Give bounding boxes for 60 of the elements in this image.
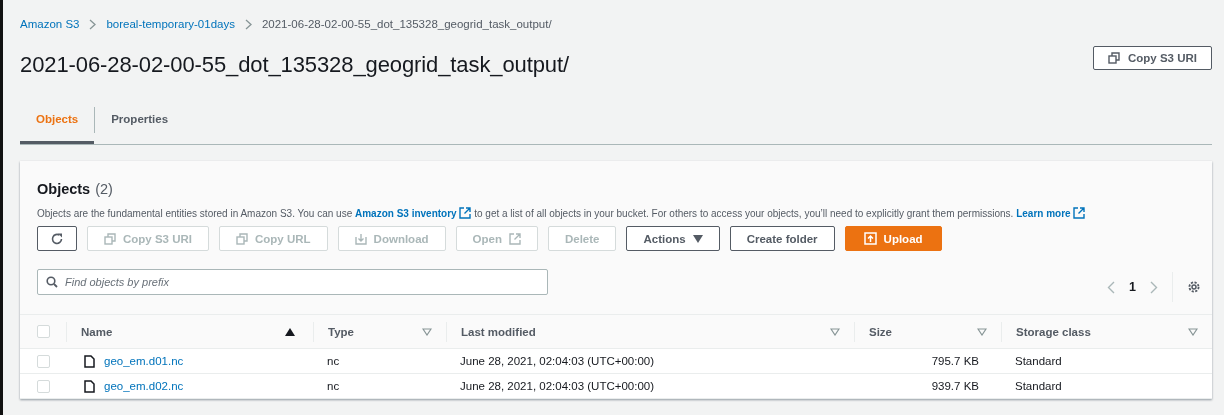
tab[interactable]: Properties — [95, 97, 185, 144]
actions-dropdown[interactable]: Actions — [626, 226, 720, 251]
copy-icon — [1108, 52, 1120, 64]
refresh-icon — [50, 231, 64, 246]
table-cell: June 28, 2021, 02:04:03 (UTC+00:00) — [460, 380, 655, 392]
column-header[interactable]: Size — [869, 325, 892, 338]
copy-icon — [104, 232, 116, 245]
file-icon — [84, 379, 95, 393]
sort-icon[interactable] — [1188, 327, 1198, 336]
refresh-button[interactable] — [37, 226, 77, 251]
help-link[interactable]: Learn more — [1016, 208, 1086, 219]
column-header[interactable]: Last modified — [461, 325, 536, 338]
table-cell: 939.7 KB — [931, 380, 979, 392]
external-link-icon — [1073, 207, 1086, 219]
copy-icon — [236, 232, 248, 245]
chevron-right-icon — [244, 18, 252, 30]
tab[interactable]: Objects — [20, 97, 95, 144]
checkbox[interactable] — [37, 379, 50, 393]
caret-icon — [692, 234, 703, 243]
upload-button[interactable]: Upload — [844, 226, 942, 251]
chevron-right-icon — [89, 18, 97, 30]
settings-icon[interactable] — [1187, 280, 1201, 294]
sort-ascending-icon[interactable] — [285, 327, 295, 336]
table-cell: nc — [327, 355, 340, 367]
checkbox[interactable] — [37, 325, 50, 339]
table-cell: June 28, 2021, 02:04:03 (UTC+00:00) — [460, 355, 655, 367]
external-link-icon — [508, 232, 521, 245]
download-icon — [354, 232, 367, 245]
breadcrumb-link[interactable]: Amazon S3 — [20, 18, 80, 30]
column-header[interactable]: Name — [81, 325, 113, 338]
external-link-icon — [459, 207, 472, 219]
search-icon — [46, 276, 58, 288]
breadcrumb-link[interactable]: boreal-temporary-01days — [106, 18, 235, 30]
next-page-icon[interactable] — [1150, 280, 1158, 294]
table-cell: Standard — [1015, 355, 1062, 367]
checkbox[interactable] — [37, 354, 50, 368]
help-link[interactable]: Amazon S3 inventory — [355, 208, 472, 219]
description-text: Objects are the fundamental entities stored in Amazon S3. You can use — [37, 208, 353, 219]
previous-page-icon[interactable] — [1107, 280, 1116, 294]
page-title: 2021-06-28-02-00-55_dot_135328_geogrid_task_output/ — [20, 52, 569, 78]
column-header[interactable]: Type — [328, 325, 354, 338]
table-cell: Standard — [1015, 380, 1062, 392]
file-link[interactable]: geo_em.d01.nc — [104, 355, 184, 367]
description-text: to get a list of all objects in your bucket. For others to access your objects, you’ll need to explicitly grant them permissions. — [474, 208, 1014, 219]
page-number[interactable]: 1 — [1129, 280, 1136, 294]
toolbar-button[interactable]: Create folder — [729, 226, 835, 251]
table-cell: 795.7 KB — [931, 355, 979, 367]
copy-s3-uri-button[interactable]: Copy S3 URI — [1093, 46, 1212, 70]
breadcrumb-current: 2021-06-28-02-00-55_dot_135328_geogrid_task_output/ — [261, 18, 552, 30]
search-field[interactable]: Find objects by prefix — [37, 269, 548, 295]
file-link[interactable]: geo_em.d02.nc — [104, 380, 184, 392]
column-header[interactable]: Storage class — [1016, 325, 1091, 338]
sort-icon[interactable] — [977, 327, 987, 336]
file-icon — [84, 354, 95, 368]
panel-title: Objects — [37, 181, 91, 197]
sort-icon[interactable] — [422, 327, 432, 336]
object-count: (2) — [95, 181, 113, 197]
table-cell: nc — [327, 380, 340, 392]
upload-icon — [863, 232, 877, 245]
sort-icon[interactable] — [830, 327, 840, 336]
